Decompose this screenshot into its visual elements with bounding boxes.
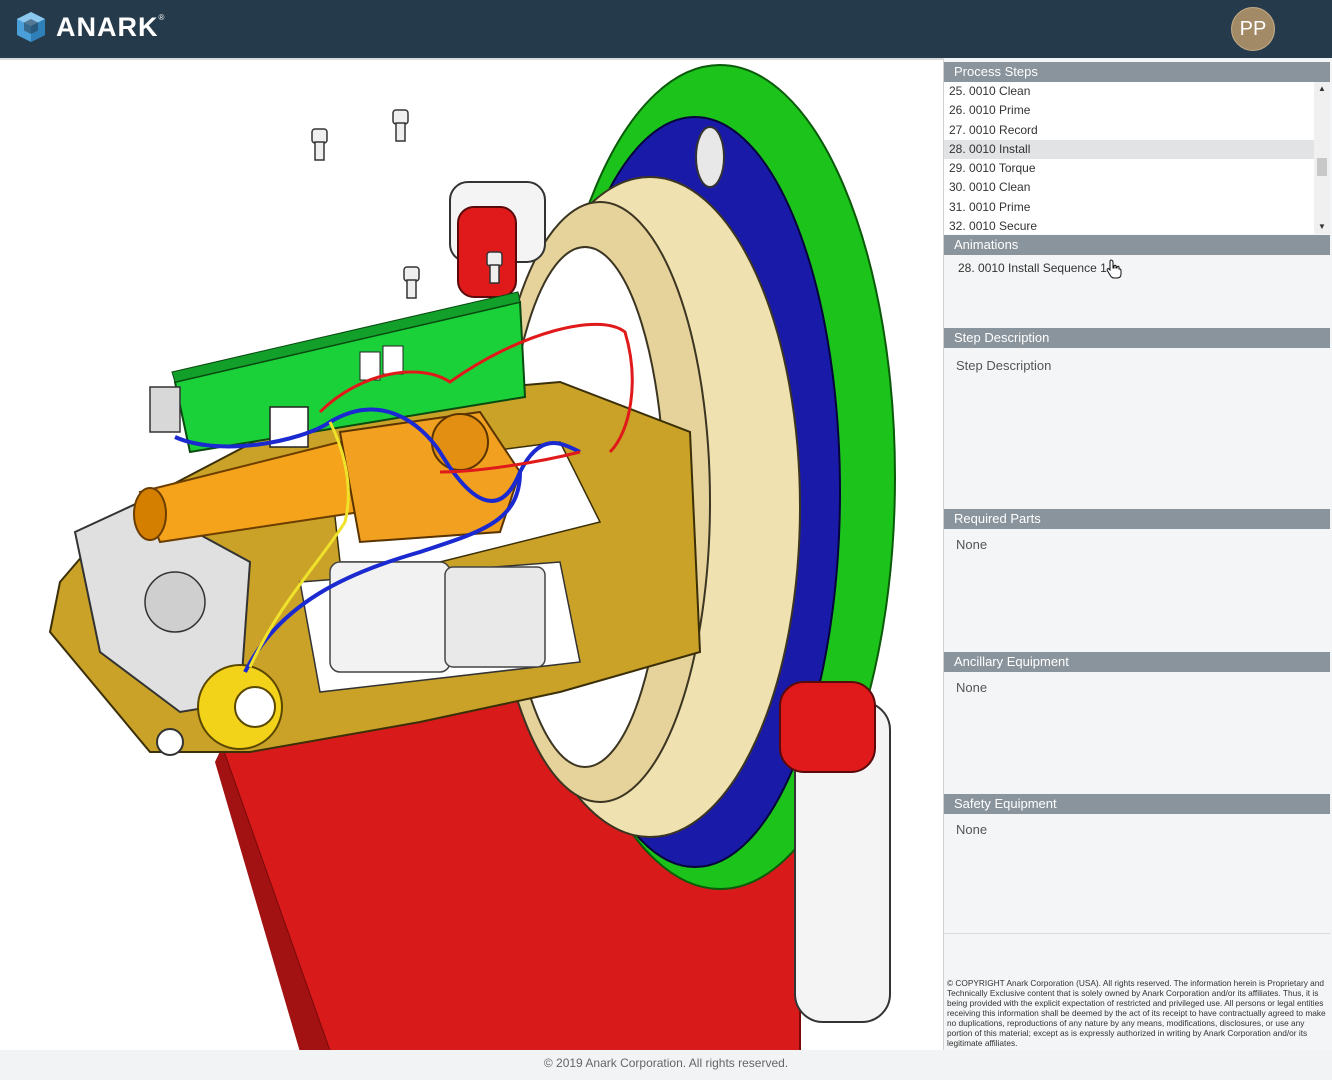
animation-item[interactable]: 28. 0010 Install Sequence 1 [958,261,1107,275]
step-item-27[interactable]: 27. 0010 Record [944,121,1314,140]
top-bar: ANARK ® PP [0,0,1332,58]
required-parts-text: None [956,537,988,552]
step-item-30[interactable]: 30. 0010 Clean [944,178,1314,197]
anark-logo[interactable]: ANARK ® [14,10,164,44]
registered-mark: ® [158,12,165,22]
animations-section: 28. 0010 Install Sequence 1 [944,255,1330,327]
brand-name: ANARK [56,11,159,42]
ancillary-equipment-text: None [956,680,988,695]
process-steps-header: Process Steps [944,62,1330,82]
animations-header: Animations [944,235,1330,255]
ancillary-equipment-section: None [944,672,1330,794]
safety-equipment-header: Safety Equipment [944,794,1330,814]
step-item-29[interactable]: 29. 0010 Torque [944,159,1314,178]
step-item-32[interactable]: 32. 0010 Secure [944,217,1314,234]
step-item-26[interactable]: 26. 0010 Prime [944,101,1314,120]
step-item-31[interactable]: 31. 0010 Prime [944,198,1314,217]
scroll-up-arrow-icon[interactable]: ▲ [1314,82,1330,96]
required-parts-header: Required Parts [944,509,1330,529]
step-item-28[interactable]: 28. 0010 Install [944,139,1314,160]
safety-equipment-text: None [956,822,988,837]
user-avatar[interactable]: PP [1231,7,1275,51]
step-description-section: Step Description [944,348,1330,508]
copyright-notice: © COPYRIGHT Anark Corporation (USA). All… [947,978,1326,1048]
cube-logo-icon [17,12,45,42]
assembly-model-render [48,64,896,1052]
3d-model-viewport[interactable] [0,58,944,1052]
scroll-thumb[interactable] [1317,158,1327,176]
step-description-text: Step Description [956,358,1052,373]
step-description-header: Step Description [944,328,1330,348]
panel-divider [944,933,1330,934]
required-parts-section: None [944,529,1330,651]
ancillary-equipment-header: Ancillary Equipment [944,652,1330,672]
footer-copyright: © 2019 Anark Corporation. All rights res… [543,1056,789,1070]
hand-pointer-icon [1106,259,1122,279]
process-panel: Process Steps 25. 0010 Clean 26. 0010 Pr… [944,60,1332,1050]
steps-scrollbar[interactable]: ▲ ▼ [1314,82,1330,234]
safety-equipment-section: None [944,814,1330,932]
footer: © 2019 Anark Corporation. All rights res… [0,1050,1332,1080]
scroll-down-arrow-icon[interactable]: ▼ [1314,220,1330,234]
step-item-25[interactable]: 25. 0010 Clean [944,82,1314,101]
process-steps-list[interactable]: 25. 0010 Clean 26. 0010 Prime 27. 0010 R… [944,82,1314,234]
